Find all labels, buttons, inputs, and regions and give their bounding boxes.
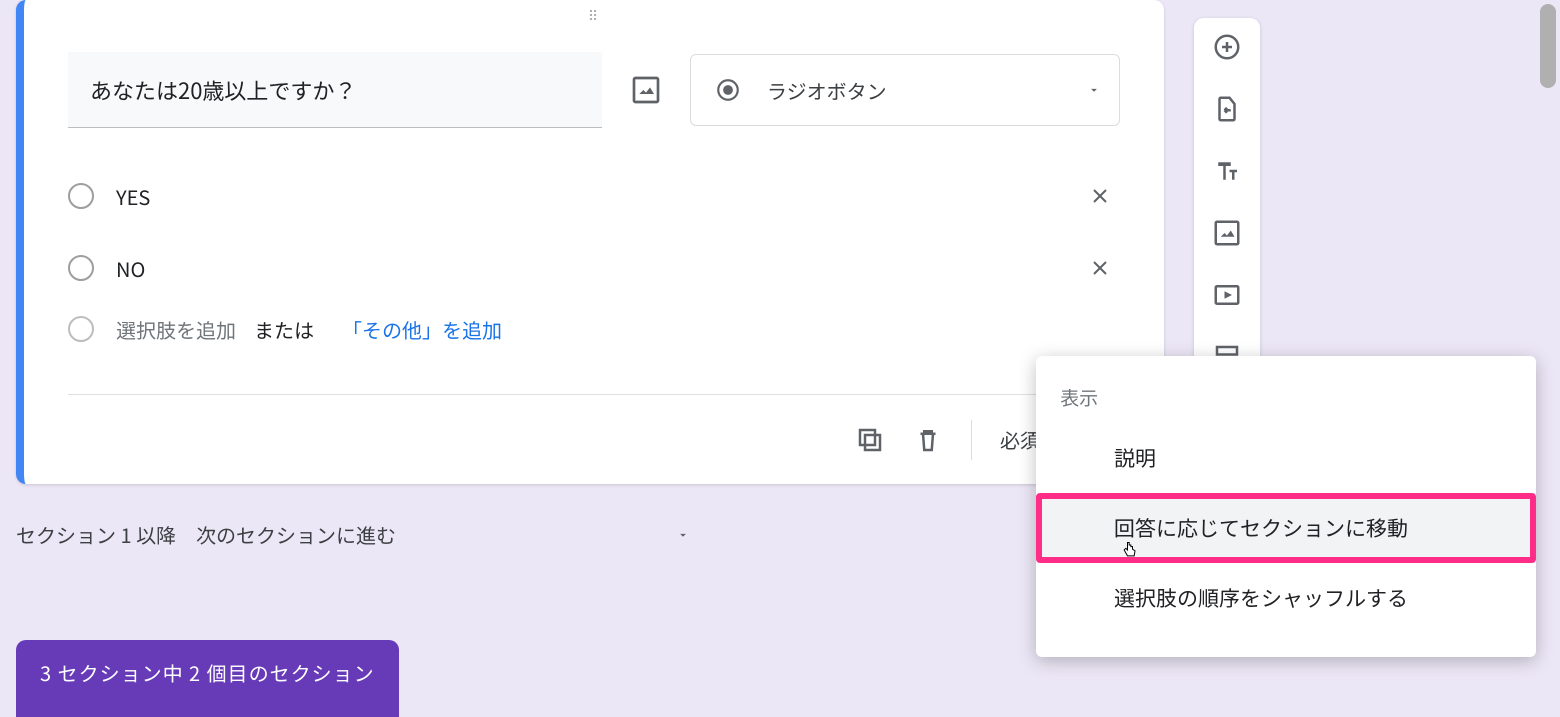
menu-header: 表示	[1036, 374, 1536, 423]
add-option-row: 選択肢を追加 または 「その他」を追加	[68, 304, 1120, 354]
add-other-button[interactable]: 「その他」を追加	[342, 315, 502, 344]
option-label[interactable]: NO	[116, 254, 1058, 283]
add-video-icon[interactable]	[1212, 280, 1242, 310]
add-question-icon[interactable]	[1212, 32, 1242, 62]
question-title-input[interactable]	[68, 52, 602, 128]
section-nav-prefix: セクション 1 以降	[16, 520, 176, 549]
drag-handle-icon[interactable]: ⠿	[588, 6, 600, 26]
radio-empty-icon	[68, 183, 94, 209]
remove-option-icon[interactable]	[1080, 248, 1120, 288]
question-footer: 必須	[68, 394, 1120, 484]
section-indicator-badge: 3 セクション中 2 個目のセクション	[16, 640, 399, 717]
scrollbar-thumb[interactable]	[1540, 4, 1556, 88]
question-type-label: ラジオボタン	[767, 76, 887, 105]
option-label[interactable]: YES	[116, 182, 1058, 211]
add-or-text: または	[254, 315, 314, 344]
menu-item-shuffle[interactable]: 選択肢の順序をシャッフルする	[1036, 563, 1536, 633]
section-destination-select[interactable]: 次のセクションに進む	[196, 520, 690, 549]
menu-item-description[interactable]: 説明	[1036, 423, 1536, 493]
add-option-button[interactable]: 選択肢を追加	[116, 315, 236, 344]
question-header-row: ラジオボタン	[68, 52, 1120, 128]
duplicate-icon[interactable]	[855, 425, 885, 455]
dropdown-arrow-icon	[1087, 83, 1101, 97]
option-row[interactable]: NO	[68, 232, 1120, 304]
question-type-select[interactable]: ラジオボタン	[690, 54, 1120, 126]
more-options-menu: 表示 説明 回答に応じてセクションに移動 選択肢の順序をシャッフルする	[1036, 356, 1536, 657]
menu-item-go-to-section[interactable]: 回答に応じてセクションに移動	[1036, 493, 1536, 563]
insert-image-icon[interactable]	[630, 74, 662, 106]
remove-option-icon[interactable]	[1080, 176, 1120, 216]
menu-item-label: 回答に応じてセクションに移動	[1114, 513, 1408, 543]
radio-empty-icon	[68, 255, 94, 281]
section-indicator-text: 3 セクション中 2 個目のセクション	[40, 658, 375, 687]
radio-empty-icon	[68, 316, 94, 342]
delete-icon[interactable]	[913, 425, 943, 455]
section-navigation: セクション 1 以降 次のセクションに進む	[16, 520, 690, 549]
option-row[interactable]: YES	[68, 160, 1120, 232]
floating-toolbar	[1194, 18, 1260, 386]
add-title-icon[interactable]	[1212, 156, 1242, 186]
pointer-cursor-icon	[1120, 539, 1140, 561]
add-image-icon[interactable]	[1212, 218, 1242, 248]
question-card: ⠿ ラジオボタン YES NO	[16, 0, 1164, 484]
radio-button-icon	[715, 77, 741, 103]
import-questions-icon[interactable]	[1212, 94, 1242, 124]
required-label: 必須	[1000, 425, 1040, 454]
divider	[971, 420, 972, 460]
dropdown-arrow-icon	[676, 528, 690, 542]
options-list: YES NO 選択肢を追加 または 「その他」を追加	[68, 160, 1120, 354]
section-destination-label: 次のセクションに進む	[196, 520, 396, 549]
